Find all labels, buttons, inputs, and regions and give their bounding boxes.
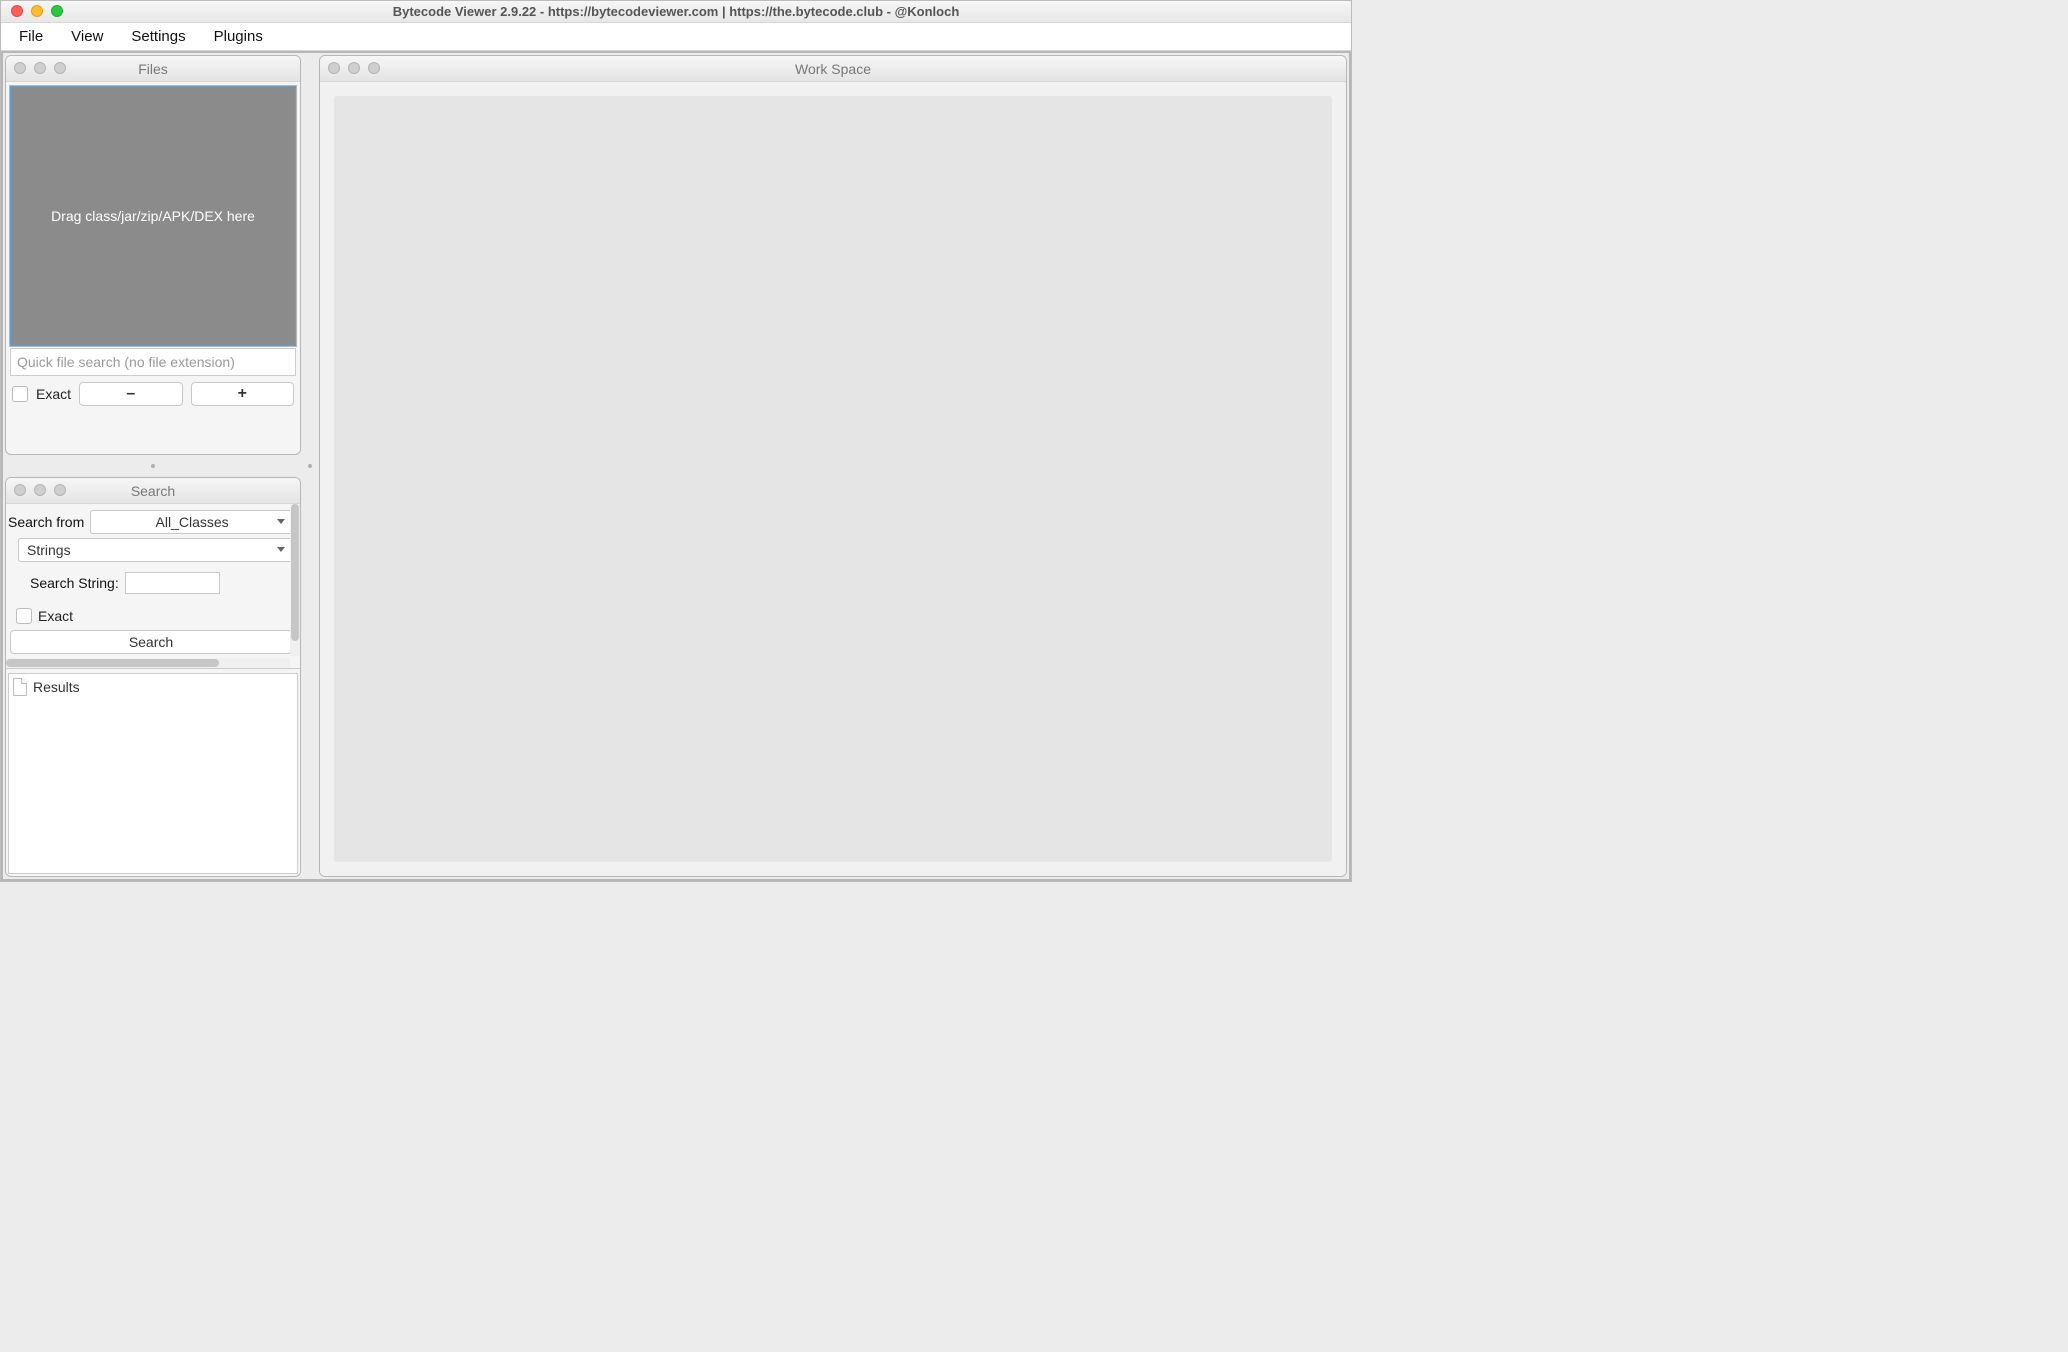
search-button[interactable]: Search <box>10 630 292 654</box>
search-button-label: Search <box>129 634 173 650</box>
vertical-splitter[interactable] <box>303 53 317 879</box>
zoom-icon[interactable] <box>51 5 63 17</box>
panel-zoom-icon[interactable] <box>54 484 66 496</box>
search-string-label: Search String: <box>30 575 119 591</box>
panel-close-icon[interactable] <box>14 62 26 74</box>
panel-zoom-icon[interactable] <box>368 62 380 74</box>
window-titlebar: Bytecode Viewer 2.9.22 - https://bytecod… <box>1 1 1351 23</box>
search-vertical-scrollbar[interactable] <box>290 504 300 656</box>
search-exact-row: Exact <box>8 608 294 624</box>
drop-zone-hint: Drag class/jar/zip/APK/DEX here <box>51 208 255 224</box>
files-buttons-row: Exact – + <box>10 378 296 408</box>
search-from-row: Search from All_Classes <box>8 510 294 534</box>
results-root-row[interactable]: Results <box>13 678 293 696</box>
search-string-input[interactable] <box>125 572 220 594</box>
exact-label: Exact <box>36 386 71 402</box>
search-type-value: Strings <box>19 542 293 558</box>
left-column: Files Drag class/jar/zip/APK/DEX here Ex… <box>3 53 303 879</box>
panel-minimize-icon[interactable] <box>34 62 46 74</box>
search-exact-label: Exact <box>38 608 73 624</box>
panel-minimize-icon[interactable] <box>34 484 46 496</box>
workspace-empty-area[interactable] <box>334 96 1332 862</box>
search-type-row: Strings <box>8 538 294 562</box>
panel-minimize-icon[interactable] <box>348 62 360 74</box>
menubar: File View Settings Plugins <box>1 23 1351 51</box>
collapse-button-label: – <box>126 385 135 403</box>
search-panel: Search Search from All_Classes Strings <box>5 477 301 877</box>
files-traffic-lights <box>14 62 66 74</box>
workspace-panel-title: Work Space <box>320 61 1346 77</box>
files-panel: Files Drag class/jar/zip/APK/DEX here Ex… <box>5 55 301 455</box>
panel-close-icon[interactable] <box>14 484 26 496</box>
quick-file-search-input[interactable] <box>10 348 296 376</box>
content-area: Files Drag class/jar/zip/APK/DEX here Ex… <box>1 51 1351 881</box>
collapse-button[interactable]: – <box>79 382 183 406</box>
drop-zone[interactable]: Drag class/jar/zip/APK/DEX here <box>10 86 296 346</box>
panel-zoom-icon[interactable] <box>54 62 66 74</box>
menu-settings[interactable]: Settings <box>117 24 199 49</box>
search-from-combo[interactable]: All_Classes <box>90 510 294 534</box>
horizontal-splitter[interactable] <box>5 459 301 473</box>
file-icon <box>13 678 27 696</box>
results-label: Results <box>33 679 80 695</box>
files-panel-titlebar: Files <box>6 56 300 82</box>
close-icon[interactable] <box>11 5 23 17</box>
window-title: Bytecode Viewer 2.9.22 - https://bytecod… <box>9 4 1343 19</box>
search-form-scroll: Search from All_Classes Strings Search S <box>6 504 300 669</box>
menu-view[interactable]: View <box>57 24 117 49</box>
menu-file[interactable]: File <box>5 24 57 49</box>
search-horizontal-scrollbar[interactable] <box>6 658 290 668</box>
scrollbar-thumb[interactable] <box>6 659 219 667</box>
search-from-value: All_Classes <box>156 514 229 530</box>
workspace-body <box>320 82 1346 876</box>
search-type-combo[interactable]: Strings <box>18 538 294 562</box>
app-window: Bytecode Viewer 2.9.22 - https://bytecod… <box>0 0 1352 882</box>
window-traffic-lights <box>11 5 63 17</box>
files-panel-body: Drag class/jar/zip/APK/DEX here Exact – … <box>6 82 300 412</box>
exact-checkbox[interactable] <box>12 386 28 402</box>
scrollbar-thumb[interactable] <box>291 504 299 641</box>
search-string-row: Search String: <box>8 572 294 594</box>
search-from-label: Search from <box>8 514 84 530</box>
search-panel-body: Search from All_Classes Strings Search S <box>6 504 300 876</box>
workspace-panel: Work Space <box>319 55 1347 877</box>
search-traffic-lights <box>14 484 66 496</box>
expand-button[interactable]: + <box>191 382 295 406</box>
search-exact-checkbox[interactable] <box>16 608 32 624</box>
search-panel-titlebar: Search <box>6 478 300 504</box>
panel-close-icon[interactable] <box>328 62 340 74</box>
workspace-panel-titlebar: Work Space <box>320 56 1346 82</box>
expand-button-label: + <box>238 385 247 403</box>
menu-plugins[interactable]: Plugins <box>200 24 277 49</box>
workspace-traffic-lights <box>328 62 380 74</box>
results-tree[interactable]: Results <box>8 673 298 874</box>
minimize-icon[interactable] <box>31 5 43 17</box>
right-column: Work Space <box>317 53 1349 879</box>
